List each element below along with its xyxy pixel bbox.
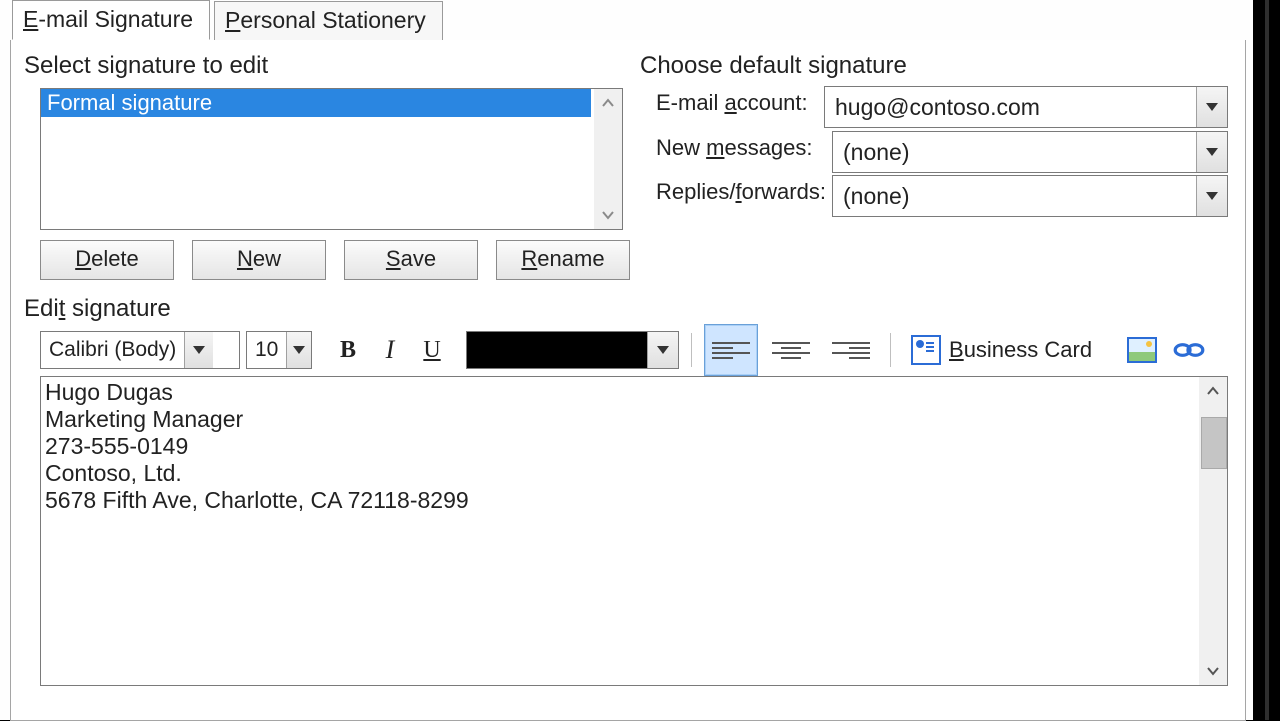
chevron-down-icon[interactable] [184,332,213,368]
scroll-down-icon[interactable] [1199,657,1227,685]
signature-listbox[interactable]: Formal signature [40,88,623,230]
align-right-button[interactable] [824,324,878,376]
toolbar-separator [890,333,891,367]
window-edge [1253,0,1280,720]
replies-forwards-label: Replies/forwards: [656,179,826,205]
new-messages-label: New messages: [656,135,813,161]
scrollbar-track[interactable] [1199,405,1227,657]
picture-icon [1127,337,1157,363]
scroll-up-icon[interactable] [594,89,622,117]
choose-default-label: Choose default signature [640,52,907,80]
font-color-combo[interactable] [466,331,679,369]
new-button[interactable]: New [192,240,326,280]
signature-editor[interactable]: Hugo Dugas Marketing Manager 273-555-014… [40,376,1228,686]
underline-button[interactable]: U [414,331,450,369]
edit-signature-label: Edit signature [24,295,171,323]
tab-personal-stationery[interactable]: Personal Stationery [214,1,443,40]
tab-bar: E-mail Signature Personal Stationery [12,0,447,40]
font-family-combo[interactable]: Calibri (Body) [40,331,240,369]
italic-button[interactable]: I [372,331,408,369]
chevron-down-icon[interactable] [1196,132,1227,172]
font-family-value: Calibri (Body) [41,338,184,362]
scrollbar-thumb[interactable] [1201,417,1227,469]
new-messages-value: (none) [833,132,1196,172]
email-account-label: E-mail account: [656,90,808,116]
bold-button[interactable]: B [330,331,366,369]
signature-content[interactable]: Hugo Dugas Marketing Manager 273-555-014… [45,379,1197,514]
new-messages-combo[interactable]: (none) [832,131,1228,173]
business-card-button[interactable]: Business Card [903,331,1100,369]
replies-forwards-combo[interactable]: (none) [832,175,1228,217]
font-size-value: 10 [247,338,286,362]
replies-forwards-value: (none) [833,176,1196,216]
signature-buttons: Delete New Save Rename [40,240,630,280]
rename-button[interactable]: Rename [496,240,630,280]
insert-hyperlink-button[interactable] [1168,331,1210,369]
business-card-icon [911,335,941,365]
listbox-scrollbar[interactable] [594,89,622,229]
chevron-down-icon[interactable] [286,332,311,368]
scroll-down-icon[interactable] [594,201,622,229]
format-toolbar: Calibri (Body) 10 B I U Business Card [40,330,1210,370]
chevron-down-icon[interactable] [1196,176,1227,216]
signatures-dialog: E-mail Signature Personal Stationery Sel… [0,0,1253,720]
email-account-value: hugo@contoso.com [825,87,1196,127]
color-swatch-icon [467,332,647,368]
save-button[interactable]: Save [344,240,478,280]
hyperlink-icon [1172,337,1206,363]
signature-item[interactable]: Formal signature [41,89,591,117]
chevron-down-icon[interactable] [1196,87,1227,127]
align-center-button[interactable] [764,324,818,376]
tab-email-signature[interactable]: E-mail Signature [12,0,210,40]
select-signature-label: Select signature to edit [24,52,268,80]
email-account-combo[interactable]: hugo@contoso.com [824,86,1228,128]
delete-button[interactable]: Delete [40,240,174,280]
editor-scrollbar[interactable] [1199,377,1227,685]
insert-picture-button[interactable] [1122,331,1162,369]
toolbar-separator [691,333,692,367]
scroll-up-icon[interactable] [1199,377,1227,405]
align-left-button[interactable] [704,324,758,376]
font-size-combo[interactable]: 10 [246,331,312,369]
chevron-down-icon[interactable] [647,332,678,368]
